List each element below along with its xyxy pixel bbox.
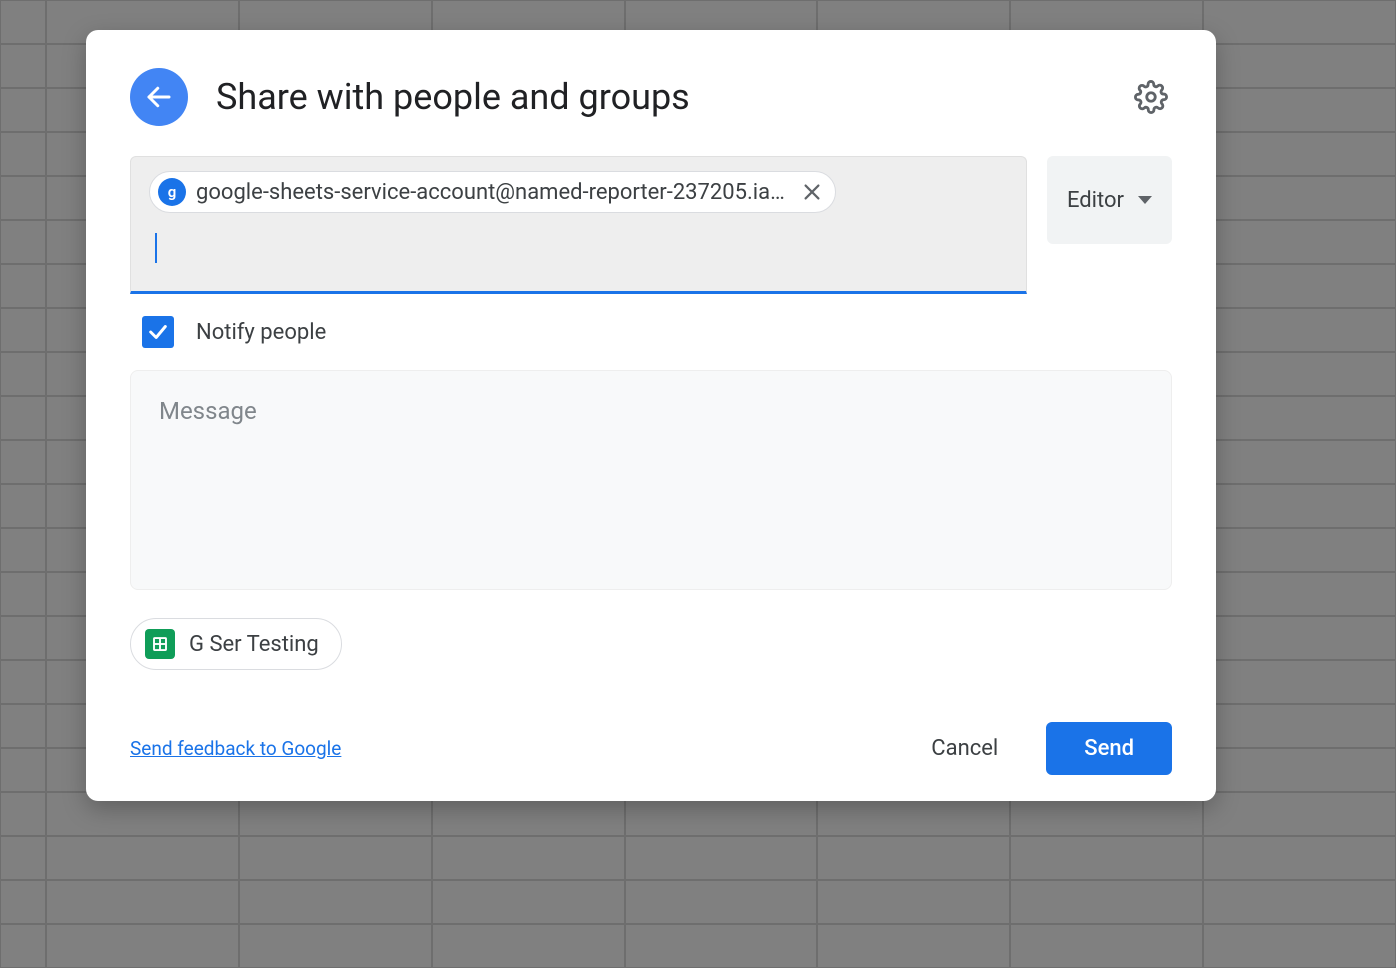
feedback-link[interactable]: Send feedback to Google [130, 737, 341, 760]
share-dialog: Share with people and groups g google-sh… [86, 30, 1216, 801]
remove-recipient-button[interactable] [801, 181, 823, 203]
back-button[interactable] [130, 68, 188, 126]
notify-label: Notify people [196, 320, 326, 345]
message-input[interactable]: Message [130, 370, 1172, 590]
chevron-down-icon [1138, 196, 1152, 204]
dialog-title: Share with people and groups [216, 76, 1102, 118]
dialog-header: Share with people and groups [130, 68, 1172, 126]
role-dropdown[interactable]: Editor [1047, 156, 1172, 244]
dialog-footer: Send feedback to Google Cancel Send [130, 722, 1172, 775]
recipient-email: google-sheets-service-account@named-repo… [196, 180, 785, 205]
message-placeholder: Message [159, 397, 1143, 425]
notify-checkbox[interactable] [142, 316, 174, 348]
recipients-row: g google-sheets-service-account@named-re… [130, 156, 1172, 294]
close-icon [801, 181, 823, 203]
recipient-avatar: g [158, 178, 186, 206]
recipients-input[interactable]: g google-sheets-service-account@named-re… [130, 156, 1027, 294]
sheets-icon [145, 629, 175, 659]
gear-icon [1134, 80, 1168, 114]
attachment-name: G Ser Testing [189, 632, 319, 657]
check-icon [147, 321, 169, 343]
recipient-chip[interactable]: g google-sheets-service-account@named-re… [149, 171, 836, 213]
text-cursor [155, 233, 157, 263]
arrow-left-icon [144, 82, 174, 112]
role-selected-label: Editor [1067, 188, 1124, 213]
notify-row: Notify people [130, 316, 1172, 348]
send-button[interactable]: Send [1046, 722, 1172, 775]
attachment-chip[interactable]: G Ser Testing [130, 618, 342, 670]
cancel-button[interactable]: Cancel [901, 722, 1028, 775]
settings-button[interactable] [1130, 76, 1172, 118]
